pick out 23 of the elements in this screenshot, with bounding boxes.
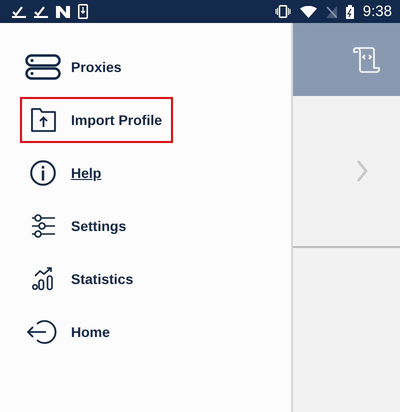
sliders-icon bbox=[32, 214, 54, 238]
vibrate-icon bbox=[274, 5, 291, 18]
check-icon bbox=[34, 6, 48, 18]
servers-icon bbox=[25, 54, 61, 80]
check-icon bbox=[12, 6, 26, 18]
menu-item[interactable]: Home bbox=[20, 309, 173, 355]
script-icon[interactable] bbox=[353, 46, 381, 74]
no-signal-icon bbox=[326, 6, 337, 18]
menu-item[interactable]: Proxies bbox=[20, 44, 173, 90]
chevron-right-icon[interactable] bbox=[356, 159, 368, 183]
clock-time: 9:38 bbox=[362, 3, 392, 20]
menu-item[interactable]: Help bbox=[20, 150, 173, 196]
folder-upload-icon bbox=[30, 108, 56, 132]
menu-item[interactable]: Statistics bbox=[20, 256, 173, 302]
menu-item[interactable]: Settings bbox=[20, 203, 173, 249]
battery-icon bbox=[346, 4, 354, 18]
wifi-icon bbox=[300, 6, 317, 18]
chart-icon bbox=[32, 267, 54, 291]
menu-item[interactable]: Import Profile bbox=[20, 97, 173, 143]
n-logo-icon bbox=[56, 6, 70, 18]
info-icon bbox=[30, 160, 56, 186]
exit-icon bbox=[27, 319, 59, 345]
download-icon bbox=[78, 4, 88, 19]
